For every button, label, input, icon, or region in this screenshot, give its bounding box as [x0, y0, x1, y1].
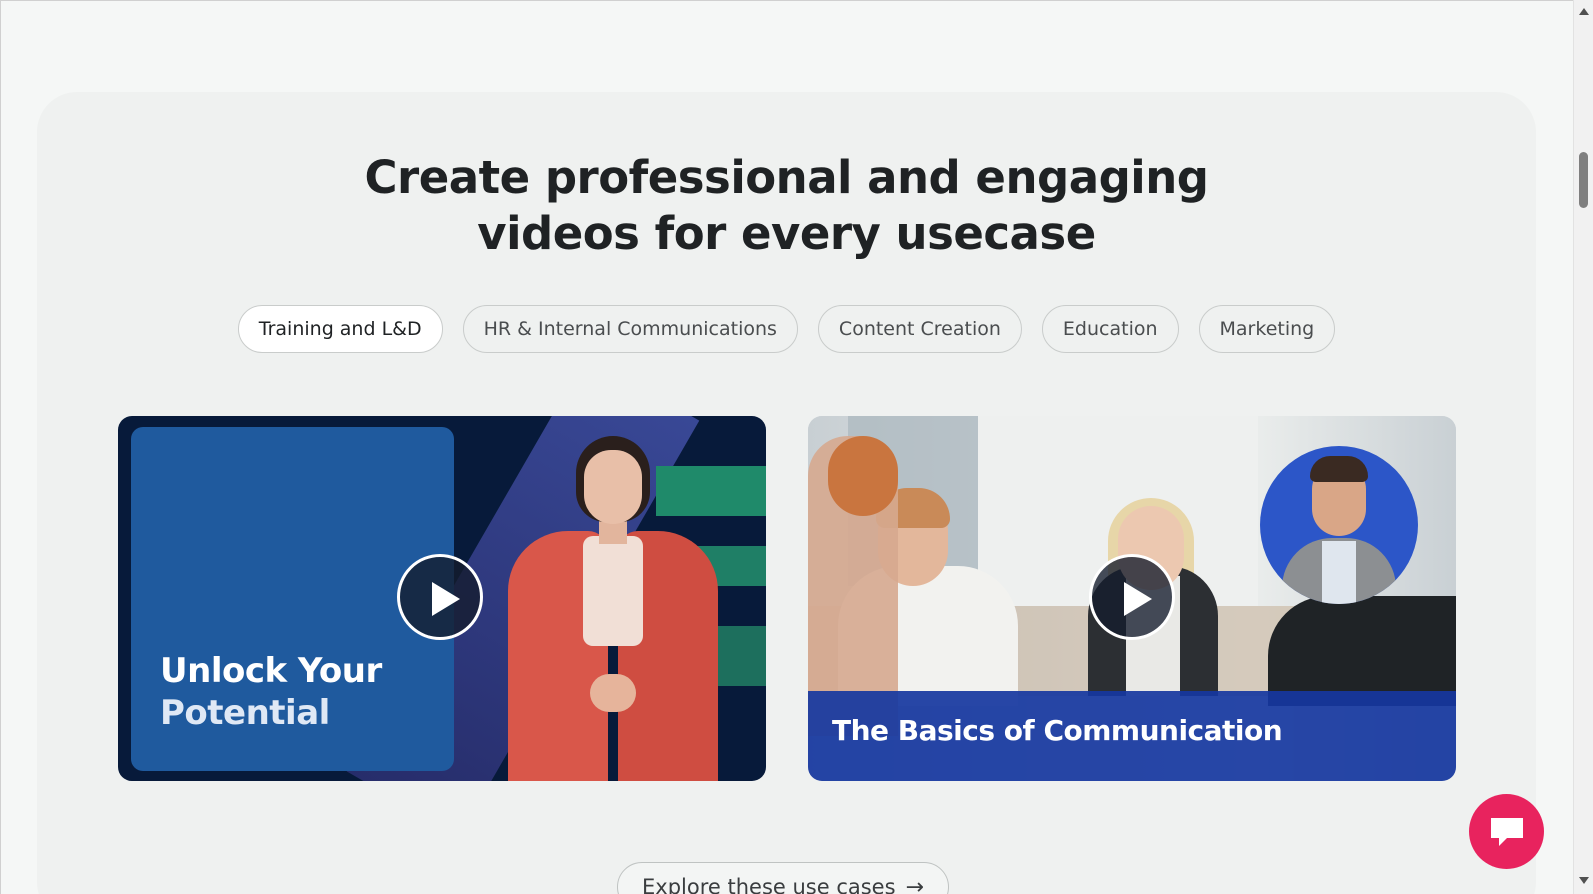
video-title: Unlock Your Potential — [160, 650, 420, 734]
play-button[interactable] — [397, 554, 483, 640]
scrollbar[interactable] — [1573, 0, 1593, 894]
window-top-border — [0, 0, 1573, 1]
scroll-down-arrow-icon[interactable] — [1579, 877, 1589, 884]
tab-marketing[interactable]: Marketing — [1198, 305, 1336, 353]
usecase-tabs: Training and L&D HR & Internal Communica… — [0, 305, 1573, 353]
chat-widget-button[interactable] — [1469, 794, 1544, 869]
explore-use-cases-button[interactable]: Explore these use cases → — [617, 862, 949, 894]
arrow-right-icon: → — [905, 874, 924, 894]
presenter-avatar — [498, 436, 728, 781]
video-card-basics-of-communication[interactable]: The Basics of Communication — [808, 416, 1456, 781]
headline-line-1: Create professional and engaging — [364, 151, 1209, 204]
tab-content-creation[interactable]: Content Creation — [817, 305, 1022, 353]
tab-hr-internal-communications[interactable]: HR & Internal Communications — [462, 305, 798, 353]
tab-education[interactable]: Education — [1041, 305, 1179, 353]
section-headline: Create professional and engaging videos … — [0, 150, 1573, 262]
explore-label: Explore these use cases — [642, 875, 896, 894]
video-title-line-1: Unlock Your — [160, 651, 382, 691]
video-card-unlock-potential[interactable]: Unlock Your Potential — [118, 416, 766, 781]
presenter-avatar — [1260, 446, 1418, 604]
play-icon — [432, 582, 460, 616]
play-icon — [1124, 582, 1152, 616]
video-title-line-2: Potential — [160, 693, 330, 733]
video-title: The Basics of Communication — [832, 714, 1283, 747]
chat-bubble-icon — [1491, 818, 1523, 846]
headline-line-2: videos for every usecase — [477, 207, 1096, 260]
tab-training-and-ld[interactable]: Training and L&D — [237, 305, 443, 353]
page: Create professional and engaging videos … — [0, 0, 1593, 894]
play-button[interactable] — [1089, 554, 1175, 640]
scroll-up-arrow-icon[interactable] — [1579, 8, 1589, 15]
scrollbar-thumb[interactable] — [1579, 152, 1588, 208]
window-left-border — [0, 0, 1, 894]
